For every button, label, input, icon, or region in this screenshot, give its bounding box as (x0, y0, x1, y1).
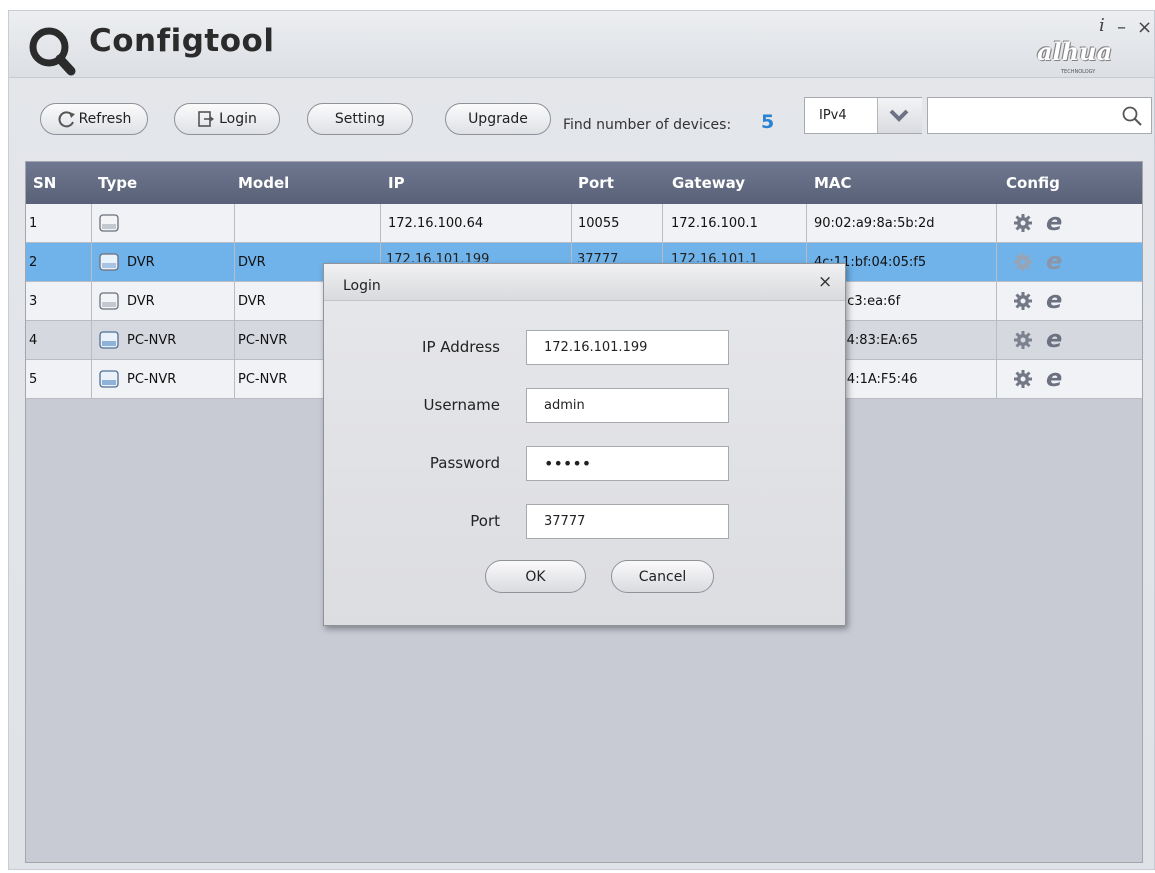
col-port: Port (578, 174, 614, 192)
search-icon[interactable] (1121, 105, 1143, 127)
ok-button[interactable]: OK (485, 560, 586, 593)
cell-model: PC-NVR (238, 372, 288, 387)
ie-icon[interactable]: e (1046, 325, 1062, 353)
cell-mac: 90:02:a9:8a:5b:2d (814, 216, 935, 231)
ok-label: OK (525, 568, 546, 585)
device-icon (99, 331, 119, 349)
setting-label: Setting (334, 111, 386, 127)
cell-ip: 172.16.100.64 (388, 216, 484, 231)
cancel-label: Cancel (638, 568, 687, 585)
cell-sn: 1 (29, 216, 38, 231)
ie-icon[interactable]: e (1046, 208, 1062, 236)
ie-icon[interactable]: e (1046, 247, 1062, 275)
login-icon (198, 111, 215, 127)
cell-type: DVR (127, 255, 155, 270)
cancel-button[interactable]: Cancel (611, 560, 714, 593)
device-icon (99, 253, 119, 271)
gear-icon[interactable] (1013, 291, 1033, 311)
password-input[interactable] (526, 446, 729, 481)
login-dialog-titlebar: Login × (324, 264, 845, 301)
port-input[interactable] (526, 504, 729, 539)
cell-sn: 4 (29, 333, 38, 348)
col-ip: IP (388, 174, 405, 192)
ie-icon[interactable]: e (1046, 364, 1062, 392)
login-label: Login (219, 111, 257, 127)
close-icon[interactable]: × (818, 272, 832, 292)
refresh-label: Refresh (78, 111, 132, 127)
col-gateway: Gateway (672, 174, 746, 192)
refresh-icon (58, 111, 75, 128)
cell-sn: 3 (29, 294, 38, 309)
close-icon[interactable]: × (1137, 17, 1152, 38)
cell-sn: 2 (29, 255, 38, 270)
app-window: Configtool i – × alhua TECHNOLOGY Refres… (8, 10, 1155, 870)
search-logo-icon (29, 27, 76, 76)
gear-icon[interactable] (1013, 252, 1033, 272)
brand-sub: TECHNOLOGY (1061, 69, 1096, 75)
ip-address-input[interactable] (526, 330, 729, 365)
cell-model: DVR (238, 255, 266, 270)
upgrade-button[interactable]: Upgrade (445, 103, 551, 135)
gear-icon[interactable] (1013, 369, 1033, 389)
password-label: Password (429, 454, 500, 472)
cell-port: 10055 (578, 216, 620, 231)
device-count: 5 (761, 111, 775, 133)
port-label: Port (470, 512, 500, 530)
col-type: Type (98, 174, 138, 192)
chevron-down-icon (889, 109, 909, 122)
search-field[interactable] (927, 97, 1152, 134)
info-icon[interactable]: i (1099, 15, 1105, 36)
gear-icon[interactable] (1013, 330, 1033, 350)
device-icon (99, 292, 119, 310)
device-icon (99, 370, 119, 388)
find-devices-label: Find number of devices: (563, 117, 732, 133)
table-row[interactable]: 1 172.16.100.64 10055 172.16.100.1 90:02… (26, 204, 1142, 243)
title-bar: Configtool i – × alhua TECHNOLOGY (9, 11, 1154, 78)
login-dialog: Login × IP Address Username Password Por… (323, 263, 846, 626)
ip-mode-dropdown-button[interactable] (877, 98, 922, 133)
cell-type: PC-NVR (127, 333, 177, 348)
upgrade-label: Upgrade (468, 111, 528, 127)
login-dialog-title: Login (343, 278, 381, 294)
cell-sn: 5 (29, 372, 38, 387)
ip-mode-select[interactable]: IPv4 (804, 97, 922, 134)
login-button[interactable]: Login (174, 103, 280, 135)
cell-type: PC-NVR (127, 372, 177, 387)
ie-icon[interactable]: e (1046, 286, 1062, 314)
ip-address-label: IP Address (422, 338, 500, 356)
cell-type: DVR (127, 294, 155, 309)
refresh-button[interactable]: Refresh (40, 103, 148, 135)
col-sn: SN (33, 174, 57, 192)
cell-model: PC-NVR (238, 333, 288, 348)
col-mac: MAC (814, 174, 852, 192)
col-config: Config (1006, 174, 1060, 192)
cell-gateway: 172.16.100.1 (671, 216, 758, 231)
app-title: Configtool (89, 23, 275, 59)
username-input[interactable] (526, 388, 729, 423)
username-label: Username (423, 396, 500, 414)
table-header: SN Type Model IP Port Gateway MAC Config (26, 162, 1142, 204)
ip-mode-value: IPv4 (819, 108, 847, 123)
col-model: Model (238, 174, 290, 192)
gear-icon[interactable] (1013, 213, 1033, 233)
device-icon (99, 214, 119, 232)
setting-button[interactable]: Setting (307, 103, 413, 135)
minimize-icon[interactable]: – (1117, 17, 1126, 38)
cell-model: DVR (238, 294, 266, 309)
